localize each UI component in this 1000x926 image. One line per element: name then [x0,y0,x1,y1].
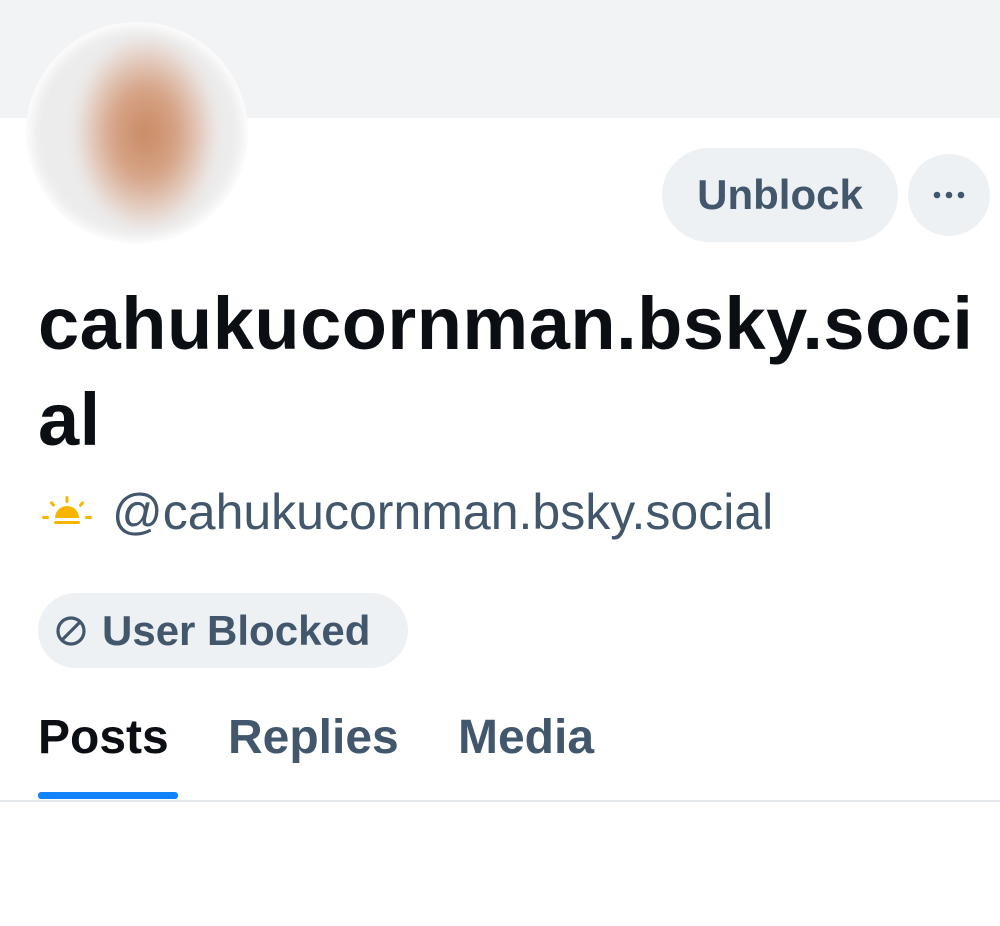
user-blocked-label: User Blocked [102,606,371,654]
tab-replies[interactable]: Replies [228,708,399,768]
tab-posts[interactable]: Posts [38,708,169,768]
tab-media[interactable]: Media [458,708,594,768]
profile-tabs: Posts Replies Media [0,690,1000,802]
avatar-image [31,27,243,239]
profile-page: Unblock cahukucornman.bsky.social @cahuk… [0,0,1000,926]
blocked-icon [54,614,88,648]
handle[interactable]: @cahukucornman.bsky.social [112,483,773,541]
sunrise-icon [40,492,96,532]
handle-row: @cahukucornman.bsky.social [40,480,773,544]
avatar[interactable] [26,22,248,244]
unblock-button[interactable]: Unblock [662,148,898,242]
display-name: cahukucornman.bsky.social [38,282,974,461]
ellipsis-icon [933,191,965,199]
user-blocked-badge: User Blocked [38,593,408,668]
active-tab-indicator [38,792,178,799]
more-options-button[interactable] [908,154,990,236]
